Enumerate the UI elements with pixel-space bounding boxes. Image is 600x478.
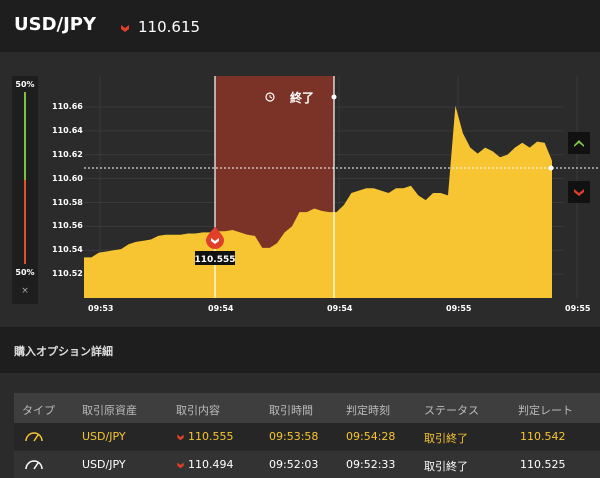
purchase-details-header: 購入オプション詳細: [0, 327, 600, 373]
section-title: 購入オプション詳細: [14, 345, 113, 358]
buy-down-button[interactable]: [568, 181, 590, 203]
row-status: 取引終了: [424, 460, 468, 473]
col-judge-rate: 判定レート: [518, 404, 573, 417]
table-header: タイプ 取引原資産 取引内容 取引時間 判定時刻 ステータス 判定レート: [14, 393, 600, 423]
col-status: ステータス: [424, 404, 479, 417]
entry-price-tag: 110.555: [195, 255, 236, 265]
x-tick-label: 09:55: [446, 304, 472, 313]
row-content: 110.555: [188, 430, 234, 443]
col-judge-time: 判定時刻: [346, 404, 390, 417]
row-time: 09:52:03: [269, 458, 319, 471]
buy-up-button[interactable]: [568, 132, 590, 154]
spacer: [0, 373, 600, 393]
row-judge-time: 09:54:28: [346, 430, 396, 443]
down-arrow-icon: [177, 462, 184, 469]
x-tick-label: 09:54: [327, 304, 353, 313]
row-content: 110.494: [188, 458, 234, 471]
current-rate-dot: [548, 165, 554, 171]
col-time: 取引時間: [269, 404, 313, 417]
table-row[interactable]: USD/JPY 110.555 09:53:58 09:54:28 取引終了 1…: [14, 423, 600, 450]
x-tick-label: 09:55: [565, 304, 591, 313]
x-tick-label: 09:54: [208, 304, 234, 313]
row-status: 取引終了: [424, 432, 468, 445]
row-judge-rate: 110.542: [520, 430, 566, 443]
gauge-icon: [25, 460, 43, 470]
col-asset: 取引原資産: [82, 404, 137, 417]
table-row[interactable]: USD/JPY 110.494 09:52:03 09:52:33 取引終了 1…: [14, 451, 600, 478]
price-chart: 終了 110.555: [84, 76, 600, 298]
row-time: 09:53:58: [269, 430, 319, 443]
x-tick-label: 09:53: [88, 304, 114, 313]
row-judge-rate: 110.525: [520, 458, 566, 471]
gauge-icon: [25, 432, 43, 442]
row-judge-time: 09:52:33: [346, 458, 396, 471]
row-asset: USD/JPY: [82, 458, 126, 471]
col-type: タイプ: [22, 404, 55, 417]
end-label: 終了: [290, 90, 314, 105]
col-content: 取引内容: [176, 404, 220, 417]
up-arrow-icon: [574, 140, 584, 147]
row-asset: USD/JPY: [82, 430, 126, 443]
expiry-marker: [331, 94, 337, 100]
down-arrow-icon: [177, 434, 184, 441]
down-arrow-icon: [574, 189, 584, 196]
